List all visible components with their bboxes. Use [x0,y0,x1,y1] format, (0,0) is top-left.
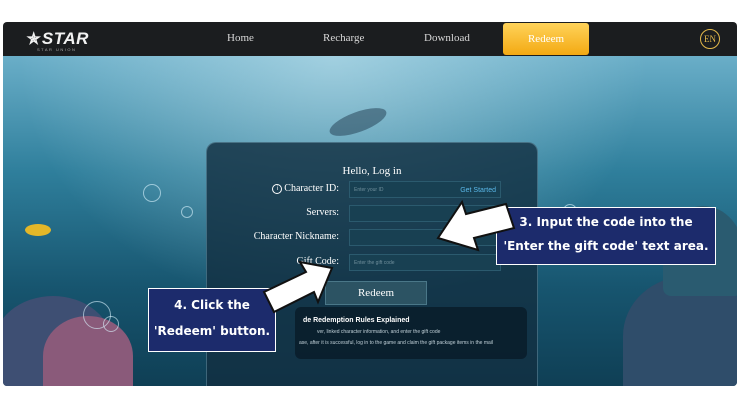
arrow-to-redeem-icon [262,260,334,314]
arrow-to-gift-code-icon [436,199,516,252]
annotation-arrows [262,199,516,314]
